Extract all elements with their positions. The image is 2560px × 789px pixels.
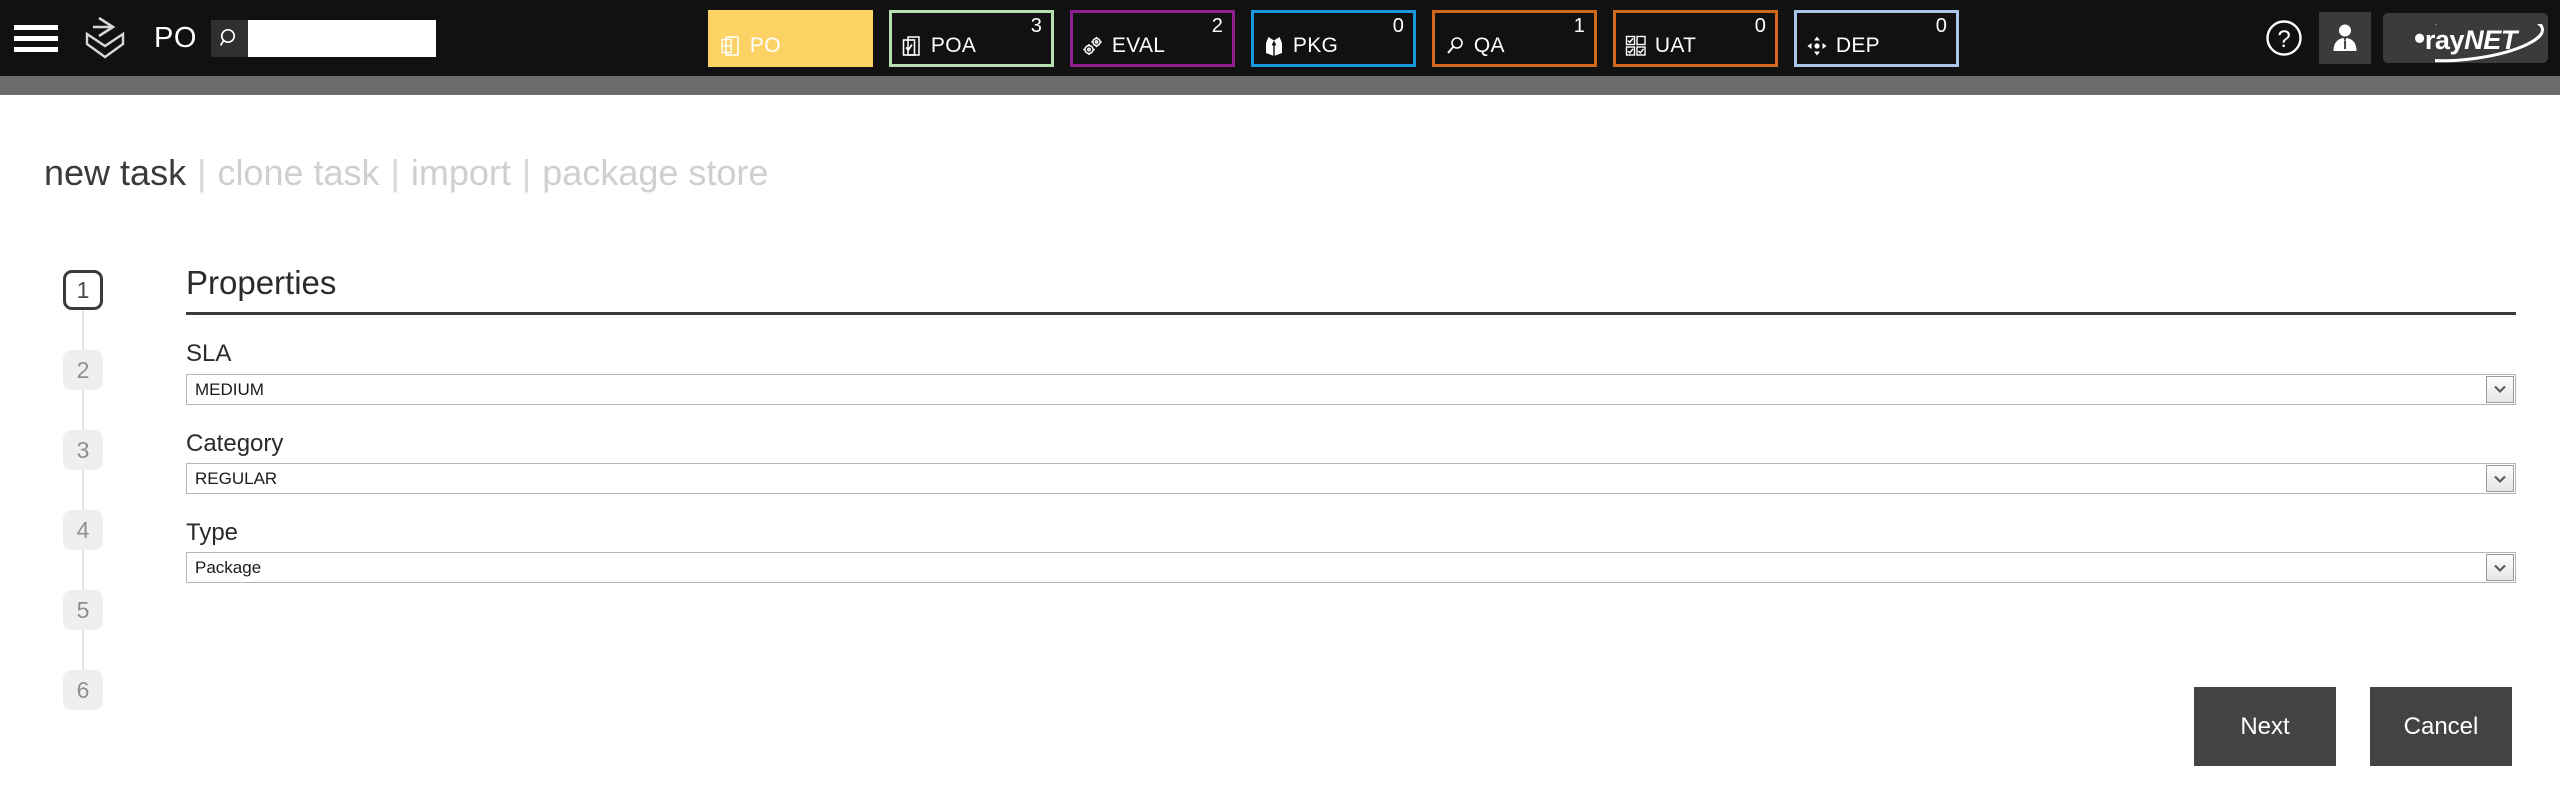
context-label: PO <box>154 21 197 54</box>
question-mark-icon[interactable]: ? <box>2261 15 2307 61</box>
package-order-icon <box>720 35 742 57</box>
sla-select-value: MEDIUM <box>195 379 264 399</box>
step-connector <box>82 310 84 350</box>
tab-count: 0 <box>1392 14 1404 37</box>
open-box-icon <box>1263 35 1285 57</box>
tab-dep[interactable]: 0 DEP <box>1793 9 1959 67</box>
step-indicator-6[interactable]: 6 <box>63 670 103 710</box>
step-connector <box>82 630 84 670</box>
step-connector <box>82 390 84 430</box>
hamburger-bar <box>14 46 58 52</box>
header-right-actions: ? •rayNET <box>2261 0 2548 76</box>
field-label-category: Category <box>186 429 284 457</box>
tab-label: POA <box>930 34 977 57</box>
tab-label: PKG <box>1292 34 1339 57</box>
step-connector <box>82 550 84 590</box>
breadcrumb-item-package-store[interactable]: package store <box>542 152 768 194</box>
chevron-down-icon[interactable] <box>2486 465 2514 493</box>
grid-checks-icon <box>1625 35 1647 57</box>
title-underline <box>186 312 2516 316</box>
form-actions: Next Cancel <box>2194 687 2512 766</box>
step-indicator-3[interactable]: 3 <box>63 430 103 470</box>
properties-form: Properties SLA MEDIUM Category REGULAR T… <box>186 264 2520 584</box>
step-indicator-1[interactable]: 1 <box>63 270 103 310</box>
hamburger-menu-icon[interactable] <box>14 20 60 56</box>
tab-content: DEP <box>1806 35 1880 57</box>
field-sla: SLA MEDIUM <box>186 340 2520 405</box>
sla-select[interactable]: MEDIUM <box>186 373 2516 405</box>
category-select[interactable]: REGULAR <box>186 463 2516 495</box>
tab-label: EVAL <box>1111 34 1166 57</box>
breadcrumb-separator: | <box>390 152 400 193</box>
tab-content: PKG <box>1263 35 1338 57</box>
tab-qa[interactable]: 1 QA <box>1431 9 1597 67</box>
chevron-down-icon[interactable] <box>2486 554 2514 582</box>
breadcrumb-separator: | <box>521 152 532 193</box>
next-button[interactable]: Next <box>2194 687 2336 766</box>
field-type: Type Package <box>186 519 2520 584</box>
deploy-arrows-icon <box>1806 35 1828 57</box>
search-icon[interactable] <box>210 19 248 57</box>
tab-count: 1 <box>1573 14 1585 37</box>
tab-label: QA <box>1473 34 1505 57</box>
chevron-down-icon[interactable] <box>2486 375 2514 403</box>
wizard-stepper: 1 2 3 4 5 6 <box>63 270 103 710</box>
magnifier-icon <box>1444 35 1466 57</box>
checkbox-doc-icon <box>901 35 923 57</box>
tab-uat[interactable]: 0 UAT <box>1612 9 1778 67</box>
tab-po[interactable]: PO <box>707 9 873 67</box>
breadcrumb-item-clone-task[interactable]: clone task <box>217 152 379 194</box>
tab-content: EVAL <box>1082 35 1165 57</box>
field-label-sla: SLA <box>186 340 232 368</box>
type-select[interactable]: Package <box>186 552 2516 584</box>
brand-suffix: NET <box>2464 24 2517 55</box>
tab-poa[interactable]: 3 POA <box>888 9 1054 67</box>
step-connector <box>82 470 84 510</box>
breadcrumb-separator: | <box>197 152 207 193</box>
breadcrumb: new task | clone task | import | package… <box>44 152 768 194</box>
hamburger-bar <box>14 35 58 41</box>
step-indicator-5[interactable]: 5 <box>63 590 103 630</box>
breadcrumb-item-new-task[interactable]: new task <box>44 152 186 194</box>
cancel-button[interactable]: Cancel <box>2370 687 2512 766</box>
tab-content: POA <box>901 35 976 57</box>
raynet-wordmark: •rayNET <box>2414 19 2517 56</box>
field-label-type: Type <box>186 519 239 547</box>
category-select-value: REGULAR <box>195 469 278 489</box>
raypack-box-logo[interactable] <box>78 14 132 62</box>
hamburger-bar <box>14 24 58 30</box>
brand-prefix: ray <box>2424 24 2465 55</box>
step-indicator-4[interactable]: 4 <box>63 510 103 550</box>
header-divider-bar <box>0 76 2560 95</box>
tab-count: 3 <box>1030 14 1042 37</box>
field-category: Category REGULAR <box>186 429 2520 495</box>
tab-eval[interactable]: 2 EVAL <box>1069 9 1235 67</box>
type-select-value: Package <box>195 558 262 578</box>
user-avatar-icon[interactable] <box>2319 12 2371 64</box>
tab-count: 0 <box>1754 14 1766 37</box>
svg-text:?: ? <box>2277 26 2290 53</box>
tab-count: 2 <box>1211 14 1223 37</box>
raynet-brand-logo[interactable]: •rayNET <box>2383 13 2548 63</box>
breadcrumb-item-import[interactable]: import <box>411 152 511 194</box>
gears-icon <box>1082 35 1104 57</box>
tab-label: PO <box>749 34 781 57</box>
page-title: Properties <box>186 264 337 301</box>
step-indicator-2[interactable]: 2 <box>63 350 103 390</box>
search-input[interactable] <box>247 19 436 57</box>
tab-content: QA <box>1444 35 1505 57</box>
tab-content: UAT <box>1625 35 1696 57</box>
top-header-bar: PO PO 3 POA 2 EVAL 0 PKG 1 QA 0 UAT 0 DE… <box>0 0 2560 76</box>
tab-label: UAT <box>1654 34 1697 57</box>
tab-content: PO <box>720 35 781 57</box>
status-tabs: PO 3 POA 2 EVAL 0 PKG 1 QA 0 UAT 0 DEP <box>707 9 1959 67</box>
search-bar <box>210 19 436 57</box>
tab-pkg[interactable]: 0 PKG <box>1250 9 1416 67</box>
tab-count: 0 <box>1935 14 1947 37</box>
tab-label: DEP <box>1835 34 1880 57</box>
